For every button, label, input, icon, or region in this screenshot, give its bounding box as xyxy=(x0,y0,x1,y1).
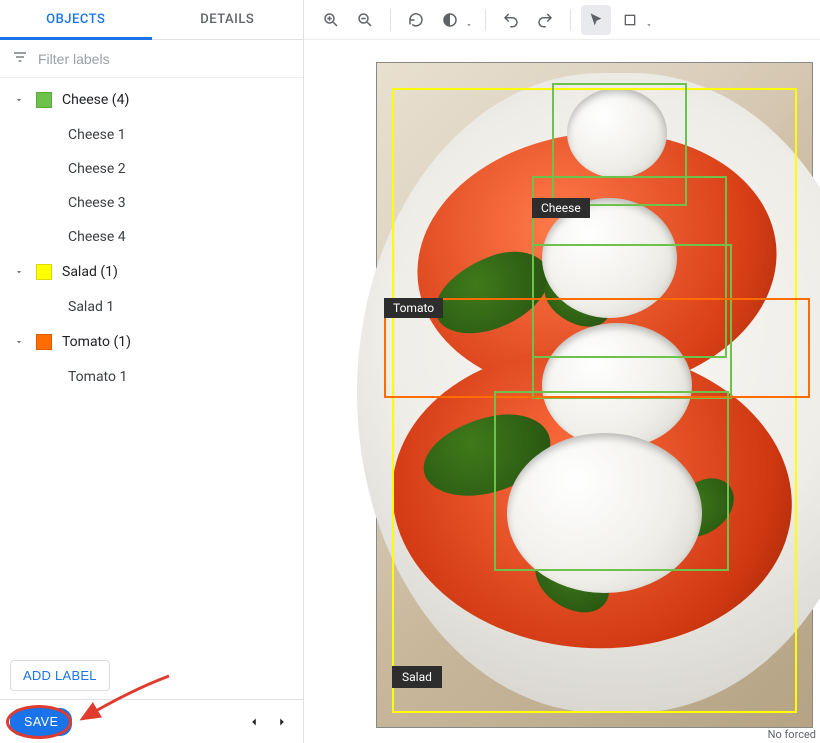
brightness-icon[interactable] xyxy=(435,5,465,35)
toolbar-separator xyxy=(570,9,571,31)
label-item[interactable]: Cheese 3 xyxy=(0,186,303,220)
toolbar-separator xyxy=(390,9,391,31)
tab-objects[interactable]: OBJECTS xyxy=(0,0,152,39)
label-list: Cheese (4) Cheese 1Cheese 2Cheese 3Cheese… xyxy=(0,78,303,652)
status-text: No forced xyxy=(768,728,816,741)
label-group-header[interactable]: Tomato (1) xyxy=(0,324,303,360)
label-group-name: Cheese (4) xyxy=(62,92,129,108)
filter-labels-input[interactable] xyxy=(38,51,293,67)
undo-icon[interactable] xyxy=(496,5,526,35)
next-button[interactable] xyxy=(271,711,293,733)
label-group-header[interactable]: Salad (1) xyxy=(0,254,303,290)
pointer-tool-icon[interactable] xyxy=(581,5,611,35)
rotate-icon[interactable] xyxy=(401,5,431,35)
label-item[interactable]: Tomato 1 xyxy=(0,360,303,394)
label-group-name: Tomato (1) xyxy=(62,334,131,350)
label-item[interactable]: Cheese 2 xyxy=(0,152,303,186)
label-item[interactable]: Cheese 1 xyxy=(0,118,303,152)
label-group-header[interactable]: Cheese (4) xyxy=(0,82,303,118)
chevron-down-icon xyxy=(14,95,26,105)
chevron-down-icon xyxy=(645,14,653,33)
toolbar-separator xyxy=(485,9,486,31)
bounding-box-tool-icon[interactable] xyxy=(615,5,645,35)
zoom-out-icon[interactable] xyxy=(350,5,380,35)
label-group-name: Salad (1) xyxy=(62,264,118,280)
add-label-button[interactable]: ADD LABEL xyxy=(10,660,110,691)
label-item[interactable]: Cheese 4 xyxy=(0,220,303,254)
chevron-down-icon xyxy=(14,337,26,347)
zoom-in-icon[interactable] xyxy=(316,5,346,35)
redo-icon[interactable] xyxy=(530,5,560,35)
chevron-down-icon xyxy=(14,267,26,277)
color-swatch xyxy=(36,264,52,280)
bbox-label: Salad xyxy=(392,666,442,688)
tab-details[interactable]: DETAILS xyxy=(152,0,304,39)
image-canvas[interactable]: CheeseTomatoSalad No forced xyxy=(304,40,820,743)
chevron-down-icon xyxy=(465,14,473,33)
color-swatch xyxy=(36,92,52,108)
filter-icon xyxy=(10,49,30,69)
prev-button[interactable] xyxy=(243,711,265,733)
label-item[interactable]: Salad 1 xyxy=(0,290,303,324)
save-button[interactable]: SAVE xyxy=(10,708,72,736)
annotated-image: CheeseTomatoSalad xyxy=(376,62,813,728)
color-swatch xyxy=(36,334,52,350)
